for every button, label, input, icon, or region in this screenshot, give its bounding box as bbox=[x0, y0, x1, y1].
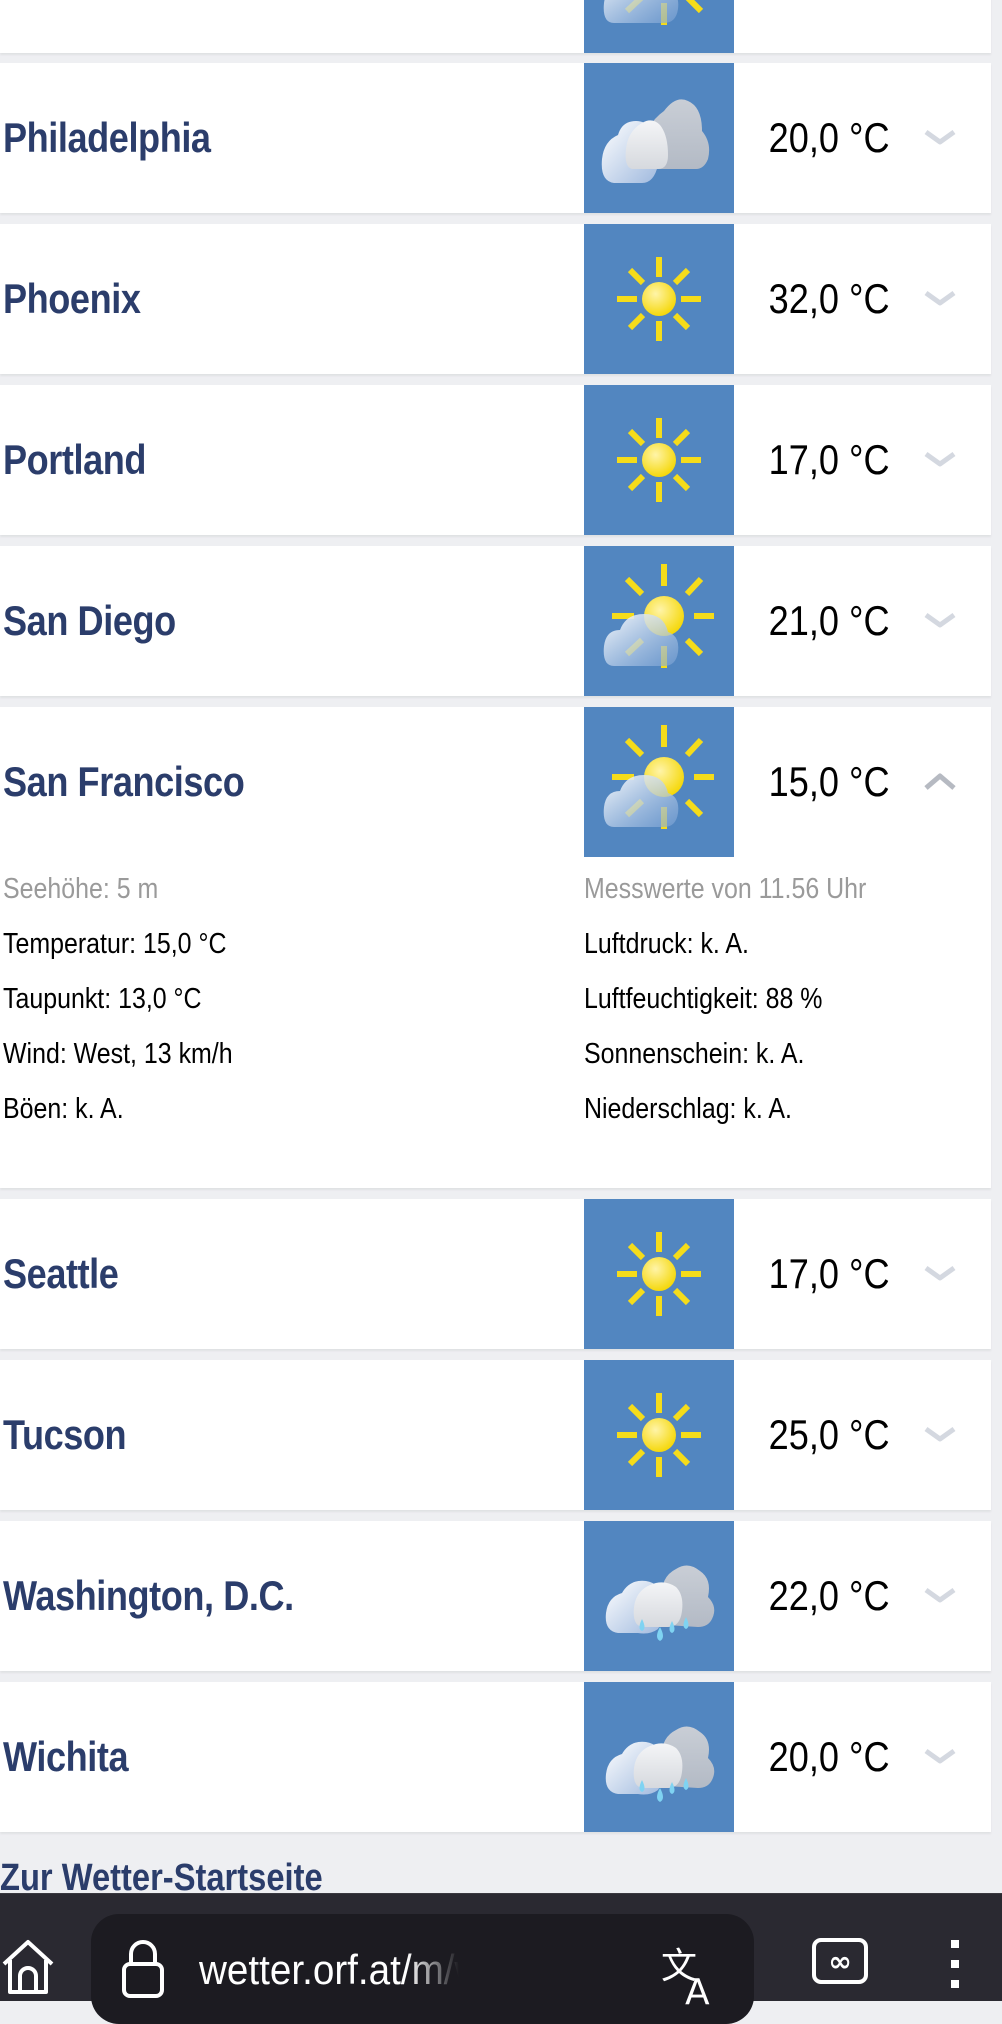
chevron-down-icon[interactable] bbox=[922, 1258, 958, 1288]
cloudy-icon bbox=[584, 63, 734, 213]
temperature: 32,0 °C bbox=[769, 275, 890, 322]
city-name: Philadelphia bbox=[3, 114, 211, 161]
address-bar[interactable]: wetter.orf.at/m/welt/sea 文 A bbox=[91, 1914, 754, 2024]
detail-line: Temperatur: 15,0 °C bbox=[3, 928, 227, 960]
city-row[interactable]: Philadelphia 20,0 °C bbox=[0, 63, 991, 213]
tab-switcher-button[interactable]: ∞ bbox=[812, 1938, 868, 1984]
temperature: 25,0 °C bbox=[769, 1411, 890, 1458]
chevron-down-icon[interactable] bbox=[922, 605, 958, 635]
city-row[interactable]: Phoenix 32,0 °C bbox=[0, 224, 991, 374]
weather-home-link[interactable]: Zur Wetter-Startseite bbox=[0, 1857, 323, 1893]
detail-line: Sonnenschein: k. A. bbox=[584, 1038, 805, 1070]
svg-text:A: A bbox=[685, 1972, 710, 2008]
chevron-down-icon[interactable] bbox=[922, 1419, 958, 1449]
detail-line: Seehöhe: 5 m bbox=[3, 873, 159, 905]
svg-text:∞: ∞ bbox=[828, 1945, 851, 1978]
temperature: 17,0 °C bbox=[769, 436, 890, 483]
details-column-right: Messwerte von 11.56 Uhr Luftdruck: k. A. L… bbox=[584, 867, 912, 1142]
more-options-icon[interactable] bbox=[950, 1940, 962, 2000]
city-row-header[interactable]: San Diego 21,0 °C bbox=[0, 546, 991, 696]
browser-toolbar: wetter.orf.at/m/welt/sea 文 A ∞ bbox=[0, 1893, 1002, 2024]
detail-line: Niederschlag: k. A. bbox=[584, 1093, 792, 1125]
sunny-icon bbox=[584, 224, 734, 374]
city-name: Phoenix bbox=[3, 275, 141, 322]
detail-line: Luftfeuchtigkeit: 88 % bbox=[584, 983, 823, 1015]
partly-sunny-icon bbox=[584, 0, 734, 53]
city-row[interactable]: Tucson 25,0 °C bbox=[0, 1360, 991, 1510]
temperature: 15,0 °C bbox=[769, 758, 890, 805]
city-row[interactable]: San Francisco 15,0 °C Seehöhe: 5 m Temper… bbox=[0, 707, 991, 1188]
partly-sunny-icon bbox=[584, 546, 734, 696]
city-name: Tucson bbox=[3, 1411, 127, 1458]
city-row-header[interactable]: Phoenix 32,0 °C bbox=[0, 224, 991, 374]
detail-line: Wind: West, 13 km/h bbox=[3, 1038, 233, 1070]
translate-icon[interactable]: 文 A bbox=[661, 1938, 721, 2013]
chevron-down-icon[interactable] bbox=[922, 283, 958, 313]
details-column-left: Seehöhe: 5 m Temperatur: 15,0 °C Taupunkt:… bbox=[3, 867, 270, 1142]
city-row-header[interactable]: Portland 17,0 °C bbox=[0, 385, 991, 535]
city-name: Washington, D.C. bbox=[3, 1572, 294, 1619]
detail-line: Luftdruck: k. A. bbox=[584, 928, 749, 960]
city-row-header[interactable]: Philadelphia 20,0 °C bbox=[0, 63, 991, 213]
city-row-header[interactable]: Seattle 17,0 °C bbox=[0, 1199, 991, 1349]
detail-line: Messwerte von 11.56 Uhr bbox=[584, 873, 867, 905]
city-row-header[interactable]: Tucson 25,0 °C bbox=[0, 1360, 991, 1510]
sunny-icon bbox=[584, 1199, 734, 1349]
chevron-down-icon[interactable] bbox=[922, 1580, 958, 1610]
city-row-partial[interactable]: New York bbox=[0, 0, 991, 53]
url-text[interactable]: wetter.orf.at/m/welt/sea bbox=[199, 1946, 459, 1994]
city-row[interactable]: San Diego 21,0 °C bbox=[0, 546, 991, 696]
lock-icon[interactable] bbox=[121, 1938, 165, 1998]
city-row-header[interactable]: Wichita 20,0 °C bbox=[0, 1682, 991, 1832]
chevron-down-icon[interactable] bbox=[922, 444, 958, 474]
sunny-icon bbox=[584, 385, 734, 535]
city-row-header[interactable]: Washington, D.C. 22,0 °C bbox=[0, 1521, 991, 1671]
temperature: 20,0 °C bbox=[769, 114, 890, 161]
city-row[interactable]: Portland 17,0 °C bbox=[0, 385, 991, 535]
rain-icon bbox=[584, 1521, 734, 1671]
city-name: Seattle bbox=[3, 1250, 119, 1297]
partly-sunny-icon bbox=[584, 707, 734, 857]
temperature: 21,0 °C bbox=[769, 597, 890, 644]
chevron-down-icon[interactable] bbox=[922, 122, 958, 152]
home-icon[interactable] bbox=[0, 1938, 56, 1994]
chevron-up-icon[interactable] bbox=[922, 766, 958, 796]
city-details: Seehöhe: 5 m Temperatur: 15,0 °C Taupunkt:… bbox=[0, 857, 991, 1188]
weather-page: New York Philadelphia bbox=[0, 0, 1002, 1893]
temperature: 17,0 °C bbox=[769, 1250, 890, 1297]
city-row[interactable]: Seattle 17,0 °C bbox=[0, 1199, 991, 1349]
city-row[interactable]: Washington, D.C. 22,0 °C bbox=[0, 1521, 991, 1671]
city-name: San Diego bbox=[3, 597, 176, 644]
temperature: 20,0 °C bbox=[769, 1733, 890, 1780]
city-name: Portland bbox=[3, 436, 147, 483]
city-name: San Francisco bbox=[3, 758, 245, 805]
city-name: New York bbox=[3, 0, 161, 53]
detail-line: Böen: k. A. bbox=[3, 1093, 124, 1125]
chevron-down-icon[interactable] bbox=[922, 1741, 958, 1771]
city-name: Wichita bbox=[3, 1733, 129, 1780]
city-row[interactable]: Wichita 20,0 °C bbox=[0, 1682, 991, 1832]
detail-line: Taupunkt: 13,0 °C bbox=[3, 983, 202, 1015]
temperature: 22,0 °C bbox=[769, 1572, 890, 1619]
sunny-icon bbox=[584, 1360, 734, 1510]
rain-icon bbox=[584, 1682, 734, 1832]
city-row-header[interactable]: San Francisco 15,0 °C bbox=[0, 707, 991, 857]
